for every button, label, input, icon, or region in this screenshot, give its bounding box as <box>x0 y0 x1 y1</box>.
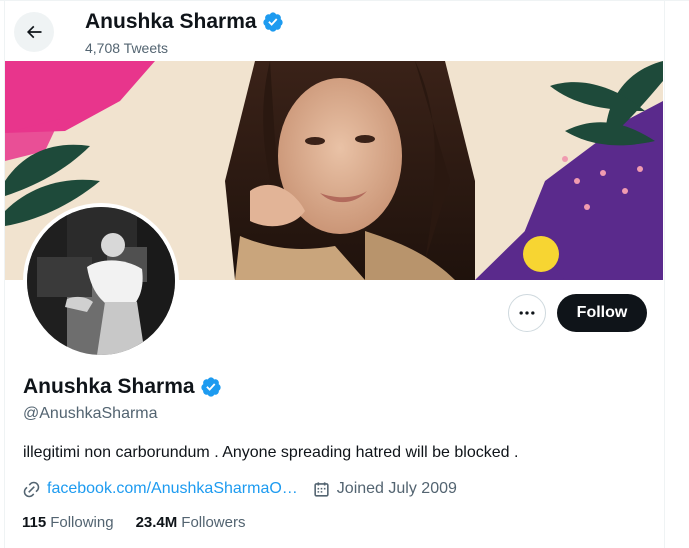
followers-link[interactable]: 23.4M Followers <box>136 514 246 531</box>
profile-page: Anushka Sharma 4,708 Tweets Follow Anush… <box>0 0 689 548</box>
more-options-button[interactable] <box>508 294 546 332</box>
header-title: Anushka Sharma <box>85 9 284 35</box>
following-link[interactable]: 115 Following <box>22 514 114 531</box>
following-label: Following <box>50 514 114 531</box>
avatar-image <box>27 207 175 355</box>
back-button[interactable] <box>14 12 54 52</box>
profile-handle: @AnushkaSharma <box>23 405 158 422</box>
header-name: Anushka Sharma <box>85 10 257 33</box>
link-icon <box>23 481 40 497</box>
joined-item: Joined July 2009 <box>312 480 457 499</box>
top-divider <box>0 0 689 1</box>
website-link[interactable]: facebook.com/AnushkaSharmaO… <box>47 480 298 498</box>
tweet-count: 4,708 Tweets <box>85 40 169 56</box>
verified-badge-icon[interactable] <box>200 376 222 398</box>
calendar-icon <box>314 481 329 497</box>
joined-date: Joined July 2009 <box>336 480 457 497</box>
profile-name-row: Anushka Sharma <box>23 374 222 400</box>
column-border-right <box>664 0 665 548</box>
profile-bio: illegitimi non carborundum . Anyone spre… <box>23 444 519 461</box>
follow-button[interactable]: Follow <box>557 294 647 332</box>
verified-badge-icon <box>262 11 284 33</box>
followers-count: 23.4M <box>135 514 178 531</box>
profile-stats: 115 Following 23.4M Followers <box>22 514 267 531</box>
followers-label: Followers <box>181 514 246 531</box>
following-count: 115 <box>22 514 47 531</box>
more-horizontal-icon <box>519 311 535 315</box>
profile-name: Anushka Sharma <box>23 375 195 398</box>
profile-meta: facebook.com/AnushkaSharmaO… Joined July… <box>22 479 471 499</box>
profile-avatar[interactable] <box>23 203 179 359</box>
website-item[interactable]: facebook.com/AnushkaSharmaO… <box>22 480 298 499</box>
arrow-left-icon <box>26 25 42 39</box>
